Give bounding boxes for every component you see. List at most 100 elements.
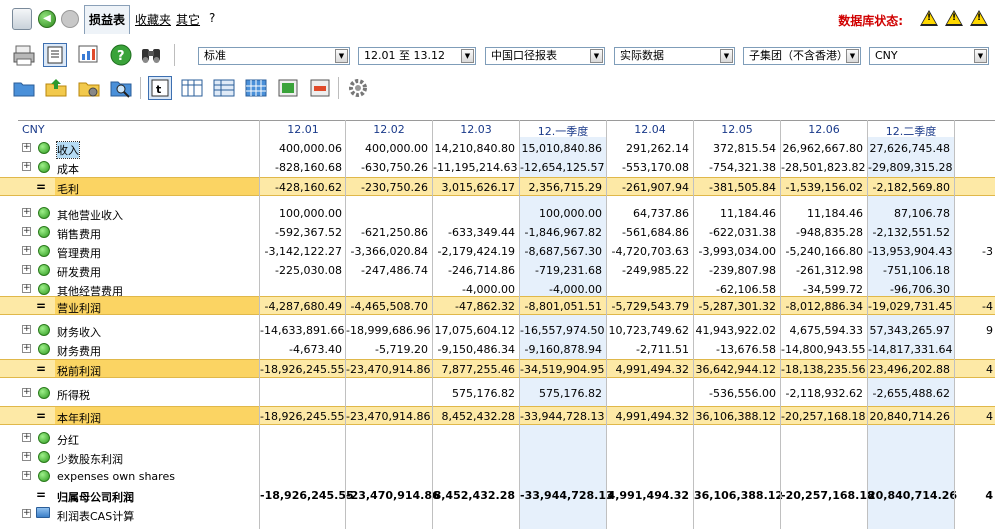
report-select[interactable]: 中国口径报表 ▼ [485,47,605,65]
currency-select[interactable]: CNY ▼ [869,47,989,65]
table-cell[interactable]: -2,182,569.80 [868,181,950,194]
table-cell[interactable]: -2,118,932.62 [781,387,863,400]
column-header[interactable]: 12.05 [694,123,780,136]
red-box-icon[interactable] [308,76,332,100]
folder-up-icon[interactable] [44,76,68,100]
printer-icon[interactable] [12,43,36,67]
table-cell[interactable]: -34,599.72 [781,283,863,296]
table-cell[interactable]: -13,953,904.43 [868,245,952,258]
expand-icon[interactable]: + [22,284,31,293]
row-label[interactable]: 少数股东利润 [57,451,123,467]
table-cell[interactable]: -96,706.30 [868,283,950,296]
table-cell[interactable]: 26,962,667.80 [781,142,863,155]
table-cell[interactable]: -47,862.32 [433,300,515,313]
table-cell[interactable]: -622,031.38 [694,226,776,239]
table-cell[interactable]: -8,801,051.51 [520,300,602,313]
table-cell[interactable]: 10,723,749.62 [607,324,689,337]
layout-select[interactable]: 标准 ▼ [198,47,350,65]
table-cell[interactable]: -719,231.68 [520,264,602,277]
row-label[interactable]: 所得税 [57,387,90,403]
table-cell[interactable]: -4,673.40 [260,343,342,356]
table-cell[interactable]: 4,991,494.32 [607,363,689,376]
grid-layout-t-icon[interactable]: t [148,76,172,100]
table-row[interactable]: + 收入 400,000.06 400,000.00 14,210,840.80 15,0… [0,139,995,159]
tab-income-statement[interactable]: 损益表 [84,5,131,34]
table-cell[interactable]: 372,815.54 [694,142,776,155]
table-cell[interactable]: -553,170.08 [607,161,689,174]
table-cell[interactable]: 15,010,840.86 [520,142,602,155]
grid-layout-columns-icon[interactable] [180,76,204,100]
chevron-down-icon[interactable]: ▼ [720,49,733,63]
table-cell[interactable]: -239,807.98 [694,264,776,277]
expand-icon[interactable]: + [22,162,31,171]
row-label[interactable]: 财务收入 [57,324,101,340]
table-cell[interactable]: 11,184.46 [781,207,863,220]
gear-icon[interactable] [346,76,370,100]
table-cell[interactable]: -381,505.84 [694,181,776,194]
table-cell[interactable]: -4 [955,300,993,313]
open-folder-icon[interactable] [12,76,36,100]
row-label[interactable]: 本年利润 [57,410,101,426]
table-cell[interactable]: -19,029,731.45 [868,300,952,313]
table-cell[interactable]: 4,991,494.32 [607,410,689,423]
table-cell[interactable]: 100,000.00 [520,207,602,220]
warning-icon[interactable]: ! [970,10,988,26]
table-cell[interactable]: -33,944,728.13 [520,410,604,423]
column-header[interactable]: 12.02 [346,123,432,136]
expand-icon[interactable]: + [22,509,31,518]
expand-icon[interactable]: + [22,208,31,217]
table-cell[interactable]: 41,943,922.02 [694,324,776,337]
table-cell[interactable]: -9,160,878.94 [520,343,602,356]
folder-settings-icon[interactable] [77,76,101,100]
table-cell[interactable]: -828,160.68 [260,161,342,174]
subtotal-row[interactable]: = 本年利润 -18,926,245.55 -23,470,914.86 8,452,4… [0,406,995,425]
table-cell[interactable]: 575,176.82 [433,387,515,400]
table-cell[interactable]: 4 [955,363,993,376]
table-cell[interactable]: -2,711.51 [607,343,689,356]
chevron-down-icon[interactable]: ▼ [461,49,474,63]
expand-icon[interactable]: + [22,452,31,461]
table-row[interactable]: + 其他营业收入 100,000.00 100,000.00 64,737.86 11,1… [0,204,995,223]
table-cell[interactable]: -561,684.86 [607,226,689,239]
table-cell[interactable]: -4,287,680.49 [260,300,342,313]
table-cell[interactable]: -18,926,245.55 [260,410,344,423]
table-cell[interactable]: -14,800,943.55 [781,343,865,356]
table-cell[interactable]: 87,106.78 [868,207,950,220]
expand-icon[interactable]: + [22,246,31,255]
table-cell[interactable]: -4,720,703.63 [607,245,689,258]
column-header[interactable]: 12.一季度 [520,123,606,139]
row-label[interactable]: 销售费用 [57,226,101,242]
table-cell[interactable]: 27,626,745.48 [868,142,950,155]
chevron-down-icon[interactable]: ▼ [335,49,348,63]
table-cell[interactable]: 17,075,604.12 [433,324,515,337]
menu-favorites[interactable]: 收藏夹 [135,11,171,28]
table-cell[interactable]: -20,257,168.18 [781,489,875,502]
table-cell[interactable]: -18,138,235.56 [781,363,865,376]
table-cell[interactable]: -23,470,914.86 [346,363,430,376]
table-cell[interactable]: -4,000.00 [433,283,515,296]
table-cell[interactable]: 11,184.46 [694,207,776,220]
table-cell[interactable]: -261,907.94 [607,181,689,194]
warning-icon[interactable]: ! [920,10,938,26]
table-cell[interactable]: -3,142,122.27 [260,245,342,258]
table-cell[interactable]: -630,750.26 [346,161,428,174]
green-box-icon[interactable] [276,76,300,100]
chevron-down-icon[interactable]: ▼ [846,49,859,63]
table-cell[interactable]: 4,675,594.33 [781,324,863,337]
row-label[interactable]: 研发费用 [57,264,101,280]
table-cell[interactable]: -948,835.28 [781,226,863,239]
folder-search-icon[interactable] [109,76,133,100]
expand-icon[interactable]: + [22,433,31,442]
expand-icon[interactable]: + [22,325,31,334]
table-row[interactable]: + 销售费用 -592,367.52 -621,250.86 -633,349.44 -1… [0,223,995,242]
table-cell[interactable]: -13,676.58 [694,343,776,356]
column-header[interactable]: 12.06 [781,123,867,136]
table-cell[interactable]: -34,519,904.95 [520,363,604,376]
subtotal-row[interactable]: = 营业利润 -4,287,680.49 -4,465,508.70 -47,862.3… [0,296,995,315]
table-cell[interactable]: -3,366,020.84 [346,245,428,258]
chevron-down-icon[interactable]: ▼ [974,49,987,63]
grid-layout-full-icon[interactable] [244,76,268,100]
table-cell[interactable]: -3,993,034.00 [694,245,776,258]
total-row[interactable]: = 归属母公司利润 -18,926,245.55 -23,470,914.86 8,45… [0,486,995,505]
table-cell[interactable]: -621,250.86 [346,226,428,239]
